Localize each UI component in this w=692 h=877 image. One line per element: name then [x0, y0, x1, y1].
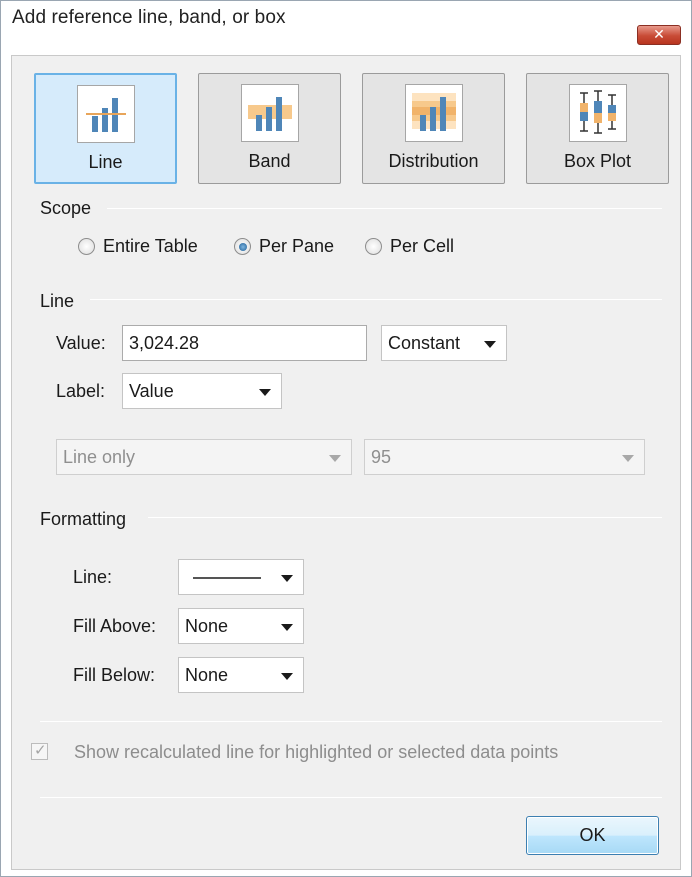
scope-divider	[107, 208, 662, 209]
value-type-selected: Constant	[388, 333, 461, 353]
radio-circle	[78, 238, 95, 255]
type-line-label: Line	[88, 152, 123, 172]
title-bar: Add reference line, band, or box ✕	[1, 1, 691, 45]
fill-above-dropdown[interactable]: None	[178, 608, 304, 644]
scope-heading: Scope	[40, 198, 92, 218]
type-distribution-button[interactable]: Distribution	[362, 73, 505, 184]
reference-line-icon	[76, 85, 135, 143]
confidence-level-dropdown[interactable]: 95	[364, 439, 645, 475]
label-label: Label:	[56, 381, 106, 401]
chevron-down-icon	[281, 673, 293, 680]
line-divider	[90, 299, 662, 300]
chevron-down-icon	[281, 575, 293, 582]
line-style-sample	[193, 577, 261, 579]
recalculated-line-label: Show recalculated line for highlighted o…	[74, 742, 559, 762]
fill-below-dropdown[interactable]: None	[178, 657, 304, 693]
scope-entire-table-label: Entire Table	[103, 236, 198, 256]
reference-line-dialog: Add reference line, band, or box ✕ Line	[0, 0, 692, 877]
close-button[interactable]: ✕	[637, 25, 681, 45]
box-plot-icon	[568, 84, 627, 142]
chevron-down-icon	[281, 624, 293, 631]
confidence-band-dropdown[interactable]: Line only	[56, 439, 352, 475]
label-selected: Value	[129, 381, 174, 401]
chevron-down-icon	[622, 455, 634, 462]
fill-below-selected: None	[185, 665, 229, 685]
line-heading: Line	[40, 291, 75, 311]
type-box-plot-label: Box Plot	[563, 151, 632, 171]
recalculated-line-checkbox[interactable]: ✓	[31, 741, 48, 760]
chevron-down-icon	[259, 389, 271, 396]
formatting-bottom-divider	[40, 721, 662, 722]
label-dropdown[interactable]: Value	[122, 373, 282, 409]
confidence-band-selected: Line only	[63, 447, 136, 467]
type-distribution-label: Distribution	[388, 151, 479, 171]
fill-above-selected: None	[185, 616, 229, 636]
chevron-down-icon	[329, 455, 341, 462]
chevron-down-icon	[484, 341, 496, 348]
footer-divider	[40, 797, 662, 798]
type-band-label: Band	[248, 151, 291, 171]
radio-circle-selected	[234, 238, 251, 255]
scope-per-pane-label: Per Pane	[259, 236, 335, 256]
formatting-heading: Formatting	[40, 509, 127, 529]
format-line-label: Line:	[73, 567, 113, 587]
type-line-button[interactable]: Line	[34, 73, 177, 184]
confidence-level-selected: 95	[371, 447, 392, 467]
scope-per-cell-label: Per Cell	[390, 236, 455, 256]
dialog-title: Add reference line, band, or box	[12, 7, 286, 28]
type-box-plot-button[interactable]: Box Plot	[526, 73, 669, 184]
fill-below-label: Fill Below:	[73, 665, 156, 685]
distribution-icon	[404, 84, 463, 142]
fill-above-label: Fill Above:	[73, 616, 157, 636]
check-icon: ✓	[34, 741, 47, 759]
value-type-dropdown[interactable]: Constant	[381, 325, 507, 361]
formatting-divider	[148, 517, 662, 518]
value-input[interactable]: 3,024.28	[122, 325, 367, 361]
line-style-dropdown[interactable]	[178, 559, 304, 595]
value-label: Value:	[56, 333, 106, 353]
ok-button[interactable]: OK	[526, 816, 659, 855]
radio-circle	[365, 238, 382, 255]
close-icon: ✕	[653, 27, 665, 43]
type-band-button[interactable]: Band	[198, 73, 341, 184]
reference-band-icon	[240, 84, 299, 142]
